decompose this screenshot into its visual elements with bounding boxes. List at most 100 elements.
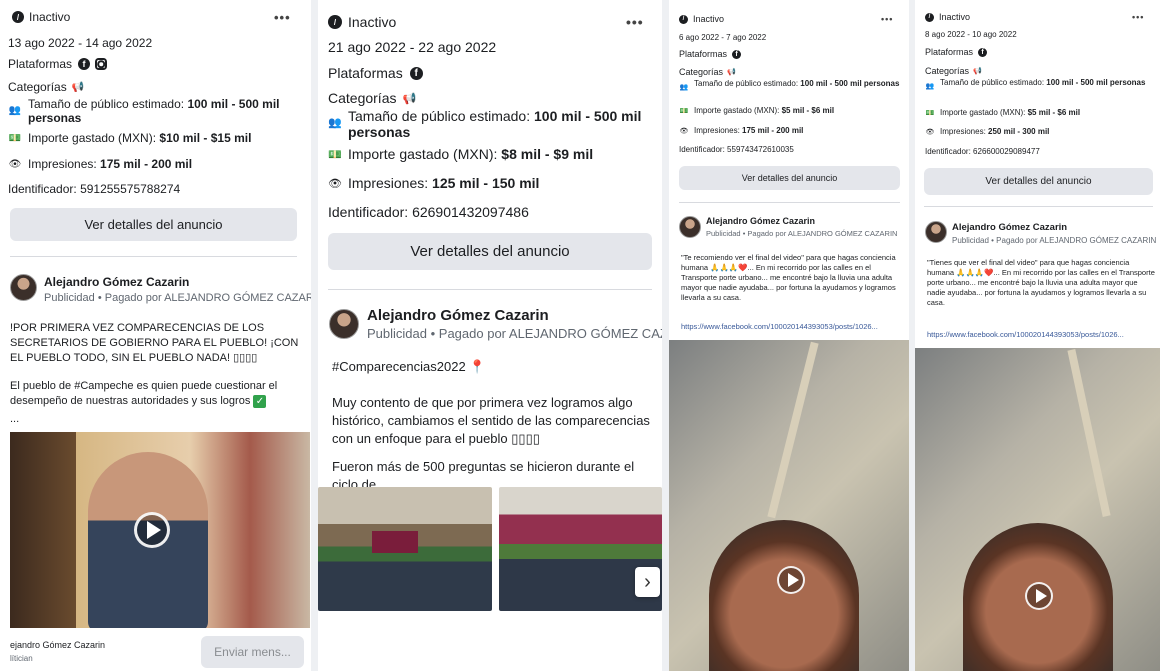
status-row: / Inactivo	[328, 14, 396, 30]
ad-video[interactable]	[915, 348, 1160, 671]
hashtag-link[interactable]: #Comparecencias2022	[332, 359, 466, 374]
advertiser-avatar[interactable]	[10, 274, 37, 301]
impressions-value: 175 mil - 200 mil	[100, 157, 193, 171]
ad-details-button[interactable]: Ver detalles del anuncio	[10, 208, 297, 241]
spend-label: Importe gastado (MXN):	[348, 146, 498, 162]
audience-row: 👥 Tamaño de público estimado: 100 mil - …	[925, 78, 1153, 90]
more-options-button[interactable]: •••	[1132, 12, 1144, 22]
divider	[924, 206, 1153, 207]
spend-row: 💵 Importe gastado (MXN): $8 mil - $9 mil	[328, 146, 593, 162]
ad-details-button[interactable]: Ver detalles del anuncio	[328, 233, 652, 270]
identifier-label: Identificador:	[328, 204, 409, 220]
audience-row: 👥 Tamaño de público estimado: 100 mil - …	[8, 97, 298, 125]
hashtag-line: #Comparecencias2022 📍	[332, 358, 486, 376]
identifier-row: Identificador: 591255575788274	[8, 182, 180, 196]
bus-pole	[767, 341, 819, 519]
play-button[interactable]	[1025, 582, 1053, 610]
money-icon: 💵	[679, 107, 689, 115]
sponsored-line: Publicidad • Pagado por ALEJANDRO GÓMEZ …	[952, 236, 1157, 245]
platforms-row: Plataformas f	[8, 57, 108, 71]
money-icon: 💵	[328, 148, 342, 161]
categories-row: Categorías 📢	[925, 66, 982, 76]
status-row: / Inactivo	[12, 10, 70, 24]
date-range: 13 ago 2022 - 14 ago 2022	[8, 36, 153, 50]
sponsored-line: Publicidad • Pagado por ALEJANDRO GÓMEZ …	[44, 292, 311, 304]
video-person	[709, 520, 859, 671]
play-button[interactable]	[777, 566, 805, 594]
people-icon: 👥	[925, 83, 935, 90]
ad-video[interactable]	[10, 432, 310, 628]
divider	[10, 256, 297, 257]
ad-details-button[interactable]: Ver detalles del anuncio	[679, 166, 900, 190]
carousel-next-button[interactable]: ›	[635, 567, 660, 597]
date-range: 8 ago 2022 - 10 ago 2022	[925, 30, 1017, 39]
eye-icon: 👁	[679, 127, 689, 135]
impressions-value: 250 mil - 300 mil	[988, 127, 1050, 136]
advertiser-avatar[interactable]	[679, 216, 701, 238]
megaphone-icon: 📢	[973, 68, 982, 75]
people-icon: 👥	[8, 105, 22, 116]
post-link[interactable]: https://www.facebook.com/100020144393053…	[927, 330, 1124, 340]
categories-label: Categorías	[8, 80, 67, 94]
impressions-label: Impresiones:	[940, 127, 986, 136]
audience-label: Tamaño de público estimado:	[348, 108, 531, 124]
ad-card-3: / Inactivo ••• 6 ago 2022 - 7 ago 2022 P…	[669, 0, 909, 671]
paid-by: Pagado por ALEJANDRO GÓMEZ CAZARIN	[747, 229, 898, 238]
platforms-row: Plataformas f	[679, 49, 742, 59]
send-message-button[interactable]: Enviar mens...	[201, 636, 304, 668]
more-options-button[interactable]: •••	[274, 10, 291, 25]
play-button[interactable]	[134, 512, 170, 548]
advertiser-name[interactable]: Alejandro Gómez Cazarin	[44, 275, 189, 289]
ad-label: Publicidad	[706, 229, 741, 238]
inactive-status-icon: /	[328, 15, 342, 29]
advertiser-name[interactable]: Alejandro Gómez Cazarin	[952, 222, 1067, 233]
ad-details-button[interactable]: Ver detalles del anuncio	[924, 168, 1153, 195]
advertiser-avatar[interactable]	[925, 221, 947, 243]
divider	[679, 202, 900, 203]
spend-row: 💵 Importe gastado (MXN): $10 mil - $15 m…	[8, 131, 252, 145]
identifier-label: Identificador:	[8, 182, 77, 196]
more-options-button[interactable]: •••	[881, 14, 893, 24]
inactive-status-icon: /	[925, 12, 934, 22]
ad-card-1: / Inactivo ••• 13 ago 2022 - 14 ago 2022…	[0, 0, 311, 671]
post-link[interactable]: https://www.facebook.com/100020144393053…	[681, 322, 878, 332]
platforms-row: Plataformas f	[925, 47, 988, 57]
ad-card-4: / Inactivo ••• 8 ago 2022 - 10 ago 2022 …	[915, 0, 1160, 671]
ad-card-2: / Inactivo ••• 21 ago 2022 - 22 ago 2022…	[318, 0, 662, 671]
identifier-label: Identificador:	[925, 147, 971, 156]
ad-label: Publicidad	[44, 292, 95, 304]
identifier-row: Identificador: 626600029089477	[925, 147, 1040, 156]
status-text: Inactivo	[939, 12, 971, 22]
advertiser-name[interactable]: Alejandro Gómez Cazarin	[367, 307, 549, 324]
status-text: Inactivo	[693, 14, 725, 24]
eye-icon: 👁	[8, 158, 22, 170]
audience-row: 👥 Tamaño de público estimado: 100 mil - …	[679, 79, 903, 91]
advertiser-name[interactable]: Alejandro Gómez Cazarin	[706, 216, 815, 226]
post-text-2-body: El pueblo de #Campeche es quien puede cu…	[10, 380, 278, 408]
audience-label: Tamaño de público estimado:	[28, 97, 185, 111]
advertiser-avatar[interactable]	[329, 309, 359, 339]
impressions-row: 👁 Impresiones: 175 mil - 200 mil	[679, 126, 804, 135]
more-options-button[interactable]: •••	[626, 14, 644, 30]
identifier-value: 591255575788274	[80, 182, 181, 196]
ad-video[interactable]	[669, 340, 909, 671]
carousel-image-1[interactable]	[318, 487, 492, 611]
facebook-icon: f	[732, 49, 742, 59]
impressions-label: Impresiones:	[348, 175, 429, 191]
facebook-icon: f	[978, 47, 988, 57]
impressions-row: 👁 Impresiones: 125 mil - 150 mil	[328, 175, 539, 191]
audience-row: 👥 Tamaño de público estimado: 100 mil - …	[328, 108, 648, 140]
paid-by: Pagado por ALEJANDRO GÓMEZ CAZARIN	[996, 236, 1157, 245]
impressions-label: Impresiones:	[694, 126, 740, 135]
sponsored-line: Publicidad • Pagado por ALEJANDRO GÓMEZ …	[367, 326, 662, 341]
identifier-label: Identificador:	[679, 145, 725, 154]
impressions-value: 125 mil - 150 mil	[432, 175, 540, 191]
post-text-2: El pueblo de #Campeche es quien puede cu…	[10, 379, 300, 409]
facebook-icon: f	[78, 58, 91, 70]
status-row: / Inactivo	[679, 14, 724, 24]
platforms-label: Plataformas	[679, 49, 728, 59]
impressions-row: 👁 Impresiones: 175 mil - 200 mil	[8, 157, 192, 171]
categories-row: Categorías 📢	[679, 67, 736, 77]
footer-advertiser-sub: lítician	[10, 654, 33, 663]
see-more-ellipsis[interactable]: ...	[10, 412, 19, 427]
